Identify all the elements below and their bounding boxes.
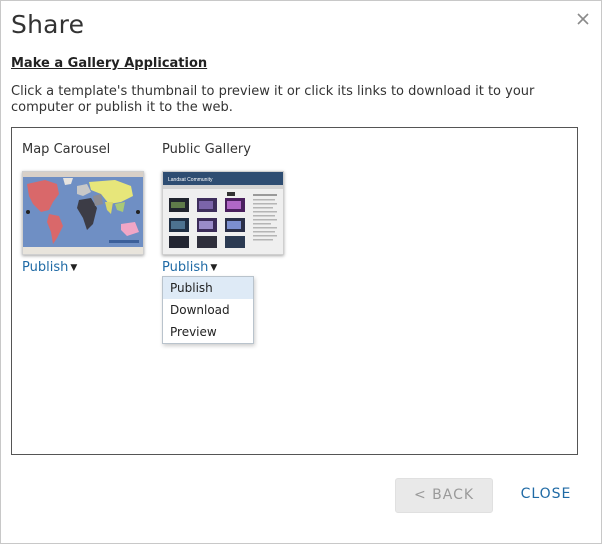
thumbnail-header-text: Landsat Community: [168, 177, 213, 183]
close-button[interactable]: CLOSE: [511, 478, 581, 511]
share-dialog: Share Make a Gallery Application Click a…: [0, 0, 602, 544]
section-heading: Make a Gallery Application: [11, 56, 208, 71]
publish-link[interactable]: Publish ▼: [162, 260, 217, 275]
menu-item-publish[interactable]: Publish: [163, 277, 253, 299]
publish-link-label: Publish: [22, 260, 69, 275]
menu-item-download[interactable]: Download: [163, 299, 253, 321]
gallery-page-thumbnail[interactable]: Landsat Community: [162, 171, 284, 255]
template-map-carousel: Map Carousel Publish ▼: [22, 142, 148, 276]
publish-dropdown-menu: Publish Download Preview: [162, 276, 254, 344]
template-name: Public Gallery: [162, 142, 251, 157]
templates-panel: Map Carousel Publish ▼ Public Gallery La…: [11, 127, 578, 455]
caret-down-icon: ▼: [210, 263, 218, 273]
caret-down-icon: ▼: [70, 263, 78, 273]
back-button[interactable]: < BACK: [395, 478, 493, 513]
dialog-title: Share: [11, 10, 85, 39]
intro-text: Click a template's thumbnail to preview …: [11, 84, 535, 115]
close-icon[interactable]: [575, 11, 591, 27]
gallery-page-icon: Landsat Community: [163, 172, 283, 254]
world-map-thumbnail[interactable]: [22, 171, 144, 255]
template-public-gallery: Public Gallery Landsat Community Publish…: [162, 142, 288, 276]
world-map-icon: [23, 172, 143, 254]
publish-link-label: Publish: [162, 260, 209, 275]
menu-item-preview[interactable]: Preview: [163, 321, 253, 343]
template-name: Map Carousel: [22, 142, 111, 157]
publish-link[interactable]: Publish ▼: [22, 260, 77, 275]
